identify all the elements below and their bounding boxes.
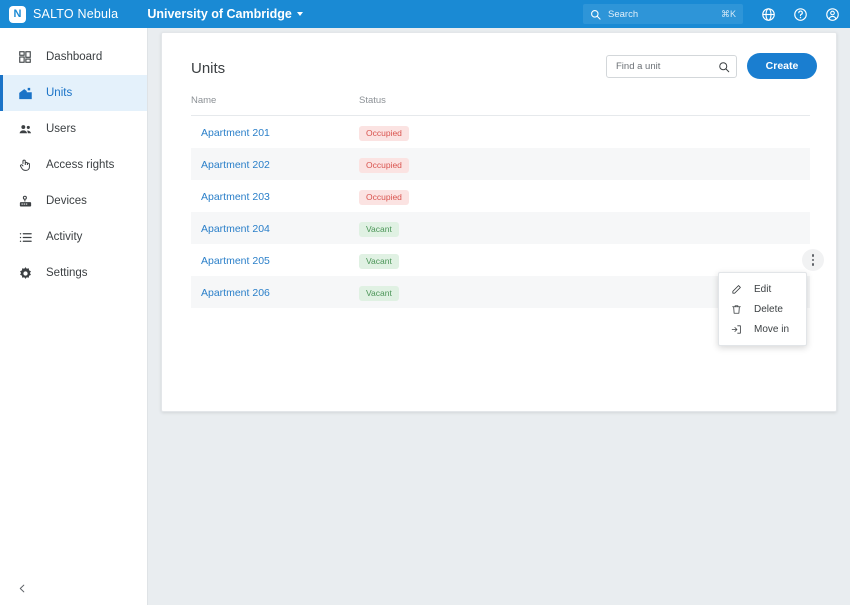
status-badge: Occupied [359,126,409,141]
brand-name: SALTO Nebula [33,7,119,21]
sidebar-item-dashboard[interactable]: Dashboard [0,39,147,75]
sidebar-item-label: Units [46,87,73,99]
activity-icon [17,229,33,245]
context-menu-item-delete[interactable]: Delete [719,299,806,319]
unit-link[interactable]: Apartment 206 [201,287,270,299]
topbar-actions [761,0,840,28]
sidebar-item-units[interactable]: Units [0,75,147,111]
unit-link[interactable]: Apartment 203 [201,191,270,203]
column-header-name: Name [191,95,217,106]
create-button[interactable]: Create [747,53,817,79]
units-card: Units Find a unit Create Name Status Apa… [161,32,837,412]
account-icon[interactable] [825,7,840,22]
global-search-placeholder: Search [608,8,639,20]
sidebar-item-label: Users [46,123,77,135]
chevron-left-icon [19,584,24,592]
settings-icon [17,265,33,281]
sidebar-item-settings[interactable]: Settings [0,255,147,291]
table-row[interactable]: Apartment 201 Occupied [191,116,810,148]
trash-icon [730,303,743,316]
table-row[interactable]: Apartment 203 Occupied [191,180,810,212]
globe-icon[interactable] [761,7,776,22]
context-menu-item-edit[interactable]: Edit [719,279,806,299]
context-menu-item-label: Move in [754,323,790,335]
find-unit-input[interactable]: Find a unit [606,55,737,78]
org-switcher[interactable]: University of Cambridge [147,7,303,21]
chevron-down-icon [296,12,303,16]
devices-icon [17,193,33,209]
dashboard-icon [17,49,33,65]
sidebar-collapse-button[interactable] [14,580,30,596]
table-row[interactable]: Apartment 202 Occupied [191,148,810,180]
sidebar-nav: Dashboard Units Users Access rights Devi… [0,28,147,291]
sidebar-item-label: Access rights [46,159,115,171]
context-menu-item-move-in[interactable]: Move in [719,319,806,339]
sidebar-item-label: Dashboard [46,51,103,63]
sidebar-item-label: Activity [46,231,83,243]
users-icon [17,121,33,137]
sidebar-item-users[interactable]: Users [0,111,147,147]
unit-link[interactable]: Apartment 202 [201,159,270,171]
access-rights-icon [17,157,33,173]
unit-link[interactable]: Apartment 205 [201,255,270,267]
top-bar: N SALTO Nebula University of Cambridge S… [0,0,850,28]
global-search-input[interactable]: Search ⌘K [583,4,743,24]
sidebar-item-devices[interactable]: Devices [0,183,147,219]
org-name: University of Cambridge [147,7,292,21]
pencil-icon [730,283,743,296]
search-icon [719,61,730,72]
table-row[interactable]: Apartment 204 Vacant [191,212,810,244]
context-menu-item-label: Edit [754,283,772,295]
search-icon [591,9,601,20]
help-icon[interactable] [793,7,808,22]
sidebar-item-label: Devices [46,195,87,207]
units-icon [17,85,33,101]
sidebar-item-label: Settings [46,267,88,279]
status-badge: Occupied [359,158,409,173]
table-row[interactable]: Apartment 205 Vacant [191,244,824,276]
row-actions-button[interactable] [802,249,824,271]
sidebar: Dashboard Units Users Access rights Devi… [0,28,148,605]
kebab-menu-icon [811,254,815,266]
brand[interactable]: N SALTO Nebula [0,5,119,23]
context-menu-item-label: Delete [754,303,783,315]
status-badge: Occupied [359,190,409,205]
sidebar-item-activity[interactable]: Activity [0,219,147,255]
find-unit-placeholder: Find a unit [616,61,661,72]
unit-link[interactable]: Apartment 201 [201,127,270,139]
column-header-status: Status [359,95,386,106]
status-badge: Vacant [359,222,399,237]
sidebar-item-access-rights[interactable]: Access rights [0,147,147,183]
page-title: Units [191,60,226,77]
unit-link[interactable]: Apartment 204 [201,223,270,235]
move-in-icon [730,323,743,336]
card-header: Units Find a unit Create [162,33,836,95]
salto-logo-icon: N [9,5,26,23]
table-header-row: Name Status [191,95,810,116]
status-badge: Vacant [359,286,399,301]
status-badge: Vacant [359,254,399,269]
search-shortcut-hint: ⌘K [720,8,736,19]
row-context-menu: Edit Delete Move in [718,272,807,346]
